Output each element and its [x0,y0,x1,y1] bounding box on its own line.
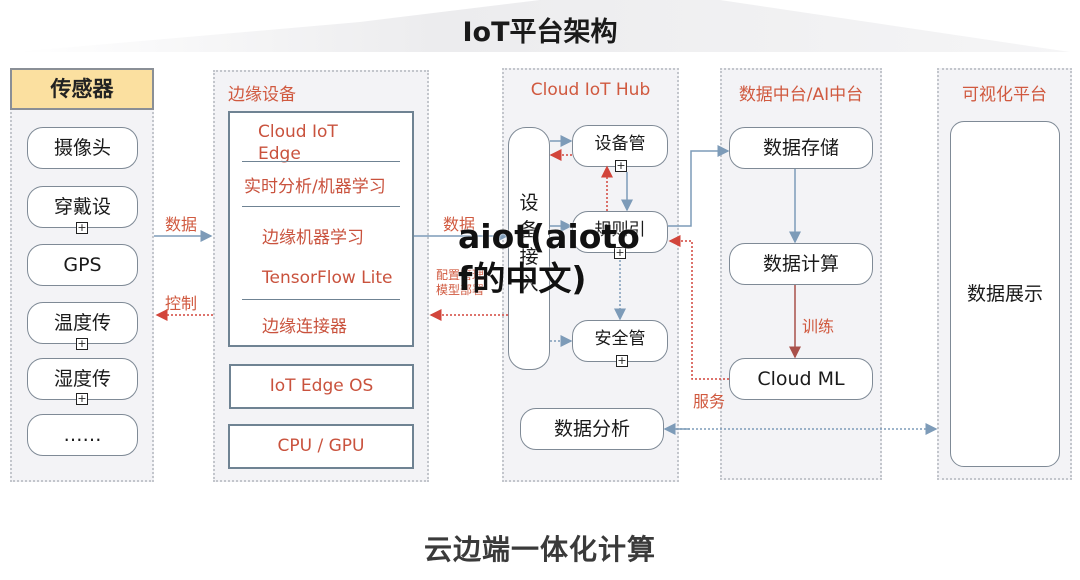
arrow-rule-to-storage [668,145,730,227]
label-service: 服务 [693,392,726,411]
watermark-line: f的中文) [458,259,587,298]
label-sensor-to-edge: 数据 [165,215,198,234]
watermark-line: aiot(aioto [458,217,640,256]
watermark-text: aiot(aioto f的中文) [458,216,640,300]
footer-caption: 云边端一体化计算 [423,533,656,566]
label-train: 训练 [802,317,835,336]
label-edge-to-sensor: 控制 [165,294,198,313]
arrow-ml-to-rule [668,235,729,380]
